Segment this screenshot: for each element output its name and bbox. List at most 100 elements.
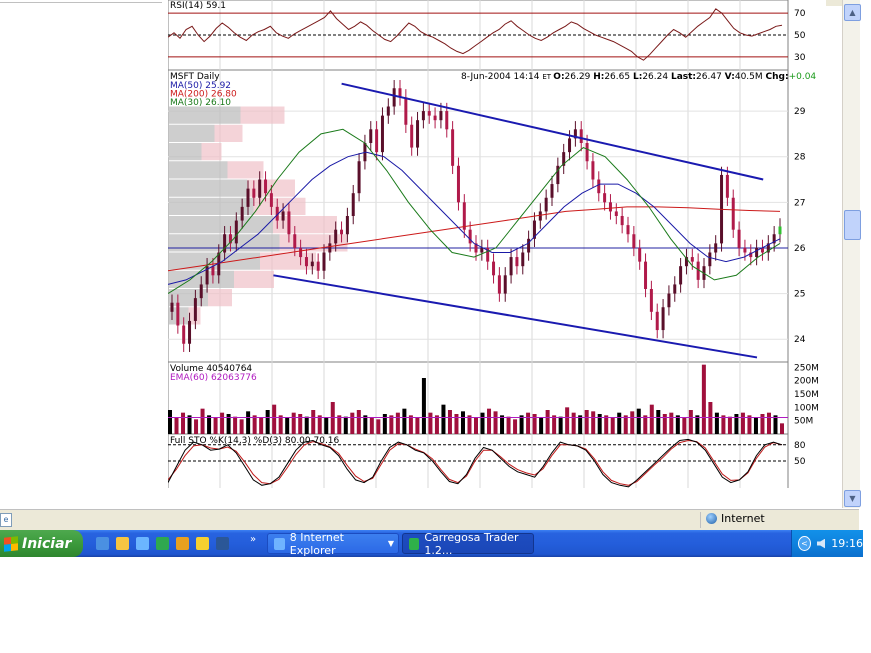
candle-body xyxy=(579,129,583,143)
taskbar: Iniciar » 8 Internet Explorer ▼ Carregos… xyxy=(0,530,863,557)
ie-icon xyxy=(274,537,285,550)
volume-icon[interactable] xyxy=(816,538,826,549)
ohlc-info-part: Last: xyxy=(671,72,696,82)
volume-profile-bar xyxy=(169,216,273,234)
scroll-down-button[interactable]: ▼ xyxy=(844,490,861,507)
volume-bar xyxy=(526,412,531,434)
candle-body xyxy=(252,188,256,198)
word-icon[interactable] xyxy=(216,537,229,550)
volume-bar xyxy=(493,411,498,434)
candle-body xyxy=(234,220,238,244)
vertical-scrollbar[interactable]: ▲ ▼ xyxy=(842,0,861,508)
candle-body xyxy=(264,179,268,194)
volume-bar xyxy=(604,415,609,434)
candle-body xyxy=(679,266,683,285)
desktop-screen: 70 50 30 RSI(14) 59.1 29 28 27 26 25 24 MSFT Daily… xyxy=(0,0,863,557)
page-icon: e xyxy=(0,513,12,527)
ohlc-info-part: 40.5M xyxy=(735,72,766,82)
volume-bar xyxy=(669,412,674,434)
task-label: 8 Internet Explorer xyxy=(289,530,344,557)
volume-bar xyxy=(259,418,264,434)
candle-body xyxy=(509,257,513,276)
y-tick-label: 150M xyxy=(794,390,819,400)
ohlc-info-part: H: xyxy=(593,72,604,82)
volume-bar xyxy=(565,407,570,434)
candle-body xyxy=(439,111,443,121)
candle-body xyxy=(182,325,186,344)
start-button[interactable]: Iniciar xyxy=(0,530,83,557)
volume-bar xyxy=(500,415,505,434)
volume-bar xyxy=(343,416,348,434)
volume-bar xyxy=(441,404,446,434)
tray-arrow-icon[interactable]: < xyxy=(798,536,811,551)
candle-body xyxy=(386,106,390,116)
volume-bar xyxy=(402,408,407,434)
volume-bar xyxy=(558,416,563,434)
candle-body xyxy=(170,302,174,312)
task-carregosa-trader[interactable]: Carregosa Trader 1.2... xyxy=(402,531,534,557)
sto-k-line xyxy=(168,438,783,488)
volume-bar xyxy=(291,412,296,434)
sto-d-line xyxy=(168,439,783,486)
y-tick-label: 27 xyxy=(794,198,805,208)
candle-body xyxy=(492,261,496,276)
y-tick-label: 80 xyxy=(794,441,806,451)
folder-icon[interactable] xyxy=(116,537,129,550)
ohlc-info-part: L: xyxy=(633,72,642,82)
candle-body xyxy=(638,247,642,262)
candle-body xyxy=(199,284,203,299)
ohlc-info-part: O: xyxy=(553,72,564,82)
network-icon[interactable] xyxy=(136,537,149,550)
media-player-icon[interactable] xyxy=(176,537,189,550)
candle-body xyxy=(550,184,554,198)
volume-bar xyxy=(330,402,335,434)
volume-bar xyxy=(610,418,615,434)
scroll-up-button[interactable]: ▲ xyxy=(844,4,861,21)
candle-body xyxy=(725,174,729,198)
candle-body xyxy=(544,197,548,212)
candle-body xyxy=(708,252,712,267)
y-tick-label: 250M xyxy=(794,363,819,373)
volume-bar xyxy=(311,410,316,434)
stock-chart-svg: 705030RSI(14) 59.1292827262524MSFT Daily… xyxy=(168,0,819,488)
volume-bar xyxy=(356,410,361,434)
candle-body xyxy=(357,161,361,194)
candle-body xyxy=(743,247,747,253)
volume-bar xyxy=(220,412,225,434)
spreadsheet-icon[interactable] xyxy=(156,537,169,550)
chevron-icon[interactable]: » xyxy=(250,534,256,545)
volume-bar xyxy=(272,404,277,434)
volume-bar xyxy=(643,415,648,434)
candle-body xyxy=(468,229,472,244)
candle-body xyxy=(310,261,314,267)
status-bar: e Internet xyxy=(0,509,859,530)
ohlc-info-part: 26.24 xyxy=(642,72,671,82)
volume-bar xyxy=(649,404,654,434)
candle-body xyxy=(603,193,607,203)
y-tick-label: 30 xyxy=(794,53,806,63)
volume-bar xyxy=(506,416,511,434)
trendline xyxy=(341,82,764,181)
volume-bar xyxy=(578,415,583,434)
chat-icon[interactable] xyxy=(196,537,209,550)
volume-bar xyxy=(415,418,420,434)
candle-body xyxy=(304,257,308,267)
candle-body xyxy=(597,179,601,194)
ohlc-info-part: ET xyxy=(542,73,553,81)
task-internet-explorer[interactable]: 8 Internet Explorer ▼ xyxy=(267,530,399,557)
candle-body xyxy=(287,211,291,235)
volume-profile-bar xyxy=(169,106,241,124)
candle-body xyxy=(521,252,525,267)
ohlc-info-part: +0.04 xyxy=(789,72,817,82)
volume-bar xyxy=(421,378,426,434)
scroll-thumb[interactable] xyxy=(844,210,861,240)
candle-body xyxy=(416,120,420,148)
rsi-title: RSI(14) 59.1 xyxy=(170,1,226,11)
volume-bar xyxy=(708,402,713,434)
volume-profile-bar xyxy=(234,270,274,288)
volume-bar xyxy=(187,415,192,434)
y-tick-label: 28 xyxy=(794,153,806,163)
y-tick-label: 200M xyxy=(794,377,819,387)
candle-body xyxy=(480,247,484,253)
desktop-icon[interactable] xyxy=(96,537,109,550)
